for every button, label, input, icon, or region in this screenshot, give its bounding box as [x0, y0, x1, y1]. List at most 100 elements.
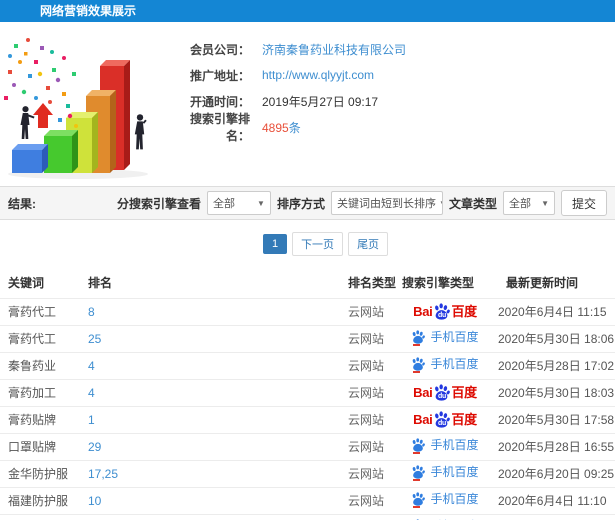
- rank-type-cell: 云网站: [340, 351, 400, 379]
- rank-type-cell: 云网站: [340, 324, 400, 352]
- rank-type-cell: 云网站: [340, 459, 400, 487]
- member-company-link[interactable]: 济南秦鲁药业科技有限公司: [262, 41, 406, 58]
- result-label: 结果:: [8, 196, 36, 211]
- engine-rank-value: 4895条: [262, 119, 301, 136]
- page: 网络营销效果展示 会员公司： 济南秦鲁药业科技有限公司 推广地址： http:/…: [0, 0, 615, 520]
- update-time-cell: 2020年5月30日 18:03: [490, 378, 615, 406]
- engine-type-cell: Bai du 百度: [400, 405, 490, 433]
- title-bar: 网络营销效果展示: [0, 0, 615, 22]
- baidu-paw-icon: [413, 465, 426, 479]
- keyword-cell: 秦鲁药业: [0, 351, 82, 379]
- info-section: 会员公司： 济南秦鲁药业科技有限公司 推广地址： http://www.qlyy…: [0, 22, 615, 186]
- col-header-rank: 排名: [88, 276, 113, 291]
- baidu-logo-icon: Bai du 百度: [413, 411, 477, 428]
- engine-filter-value: 全部: [212, 198, 235, 210]
- member-company-label: 会员公司：: [189, 42, 250, 57]
- rank-type-cell: 云网站: [340, 297, 400, 325]
- engine-type-cell: 手机百度: [400, 432, 490, 460]
- table-header-row: 关键词 排名 排名类型 搜索引擎类型 最新更新时间: [0, 268, 615, 298]
- rank-link[interactable]: 25: [82, 324, 340, 352]
- chevron-down-icon: ▼: [257, 198, 265, 208]
- rank-link[interactable]: 29: [82, 432, 340, 460]
- table-row: 秦鲁药业 4 云网站 手机百度 2020年5月28日 17:02: [0, 351, 615, 379]
- keyword-table: 关键词 排名 排名类型 搜索引擎类型 最新更新时间 膏药代工 8 云网站 Bai…: [0, 268, 615, 520]
- rank-type-cell: 云网站: [340, 405, 400, 433]
- col-header-update-time: 最新更新时间: [506, 276, 579, 291]
- submit-button[interactable]: 提交: [560, 190, 607, 216]
- table-row: 金华防护服 17,25 云网站 手机百度 2020年6月20日 09:25: [0, 459, 615, 487]
- table-row: 膏药加工 4 云网站 Bai du 百度 2020年5月30日 18:03: [0, 378, 615, 406]
- keyword-cell: 福建防护服: [0, 486, 82, 514]
- table-row: 膏药代工 25 云网站 手机百度 2020年5月30日 18:06: [0, 324, 615, 352]
- col-header-engine-type: 搜索引擎类型: [402, 276, 475, 291]
- baidu-logo-icon: Bai du 百度: [413, 384, 477, 401]
- member-info-panel: 会员公司： 济南秦鲁药业科技有限公司 推广地址： http://www.qlyy…: [172, 22, 406, 186]
- baidu-mobile-label: 手机百度: [430, 357, 479, 371]
- engine-type-cell: Bai du 百度: [400, 297, 490, 325]
- update-time-cell: 2020年6月20日 09:25: [490, 459, 615, 487]
- bar-green: [44, 130, 78, 173]
- open-time-label: 开通时间：: [189, 94, 250, 109]
- rank-link[interactable]: 17,25: [82, 459, 340, 487]
- update-time-cell: 2020年5月28日 16:55: [490, 432, 615, 460]
- article-type-select[interactable]: 全部 ▼: [502, 191, 555, 215]
- member-company-row: 会员公司： 济南秦鲁药业科技有限公司: [172, 36, 406, 62]
- page-title: 网络营销效果展示: [40, 4, 137, 18]
- baidu-mobile-icon: 手机百度: [411, 465, 479, 481]
- open-time-value: 2019年5月27日 09:17: [262, 94, 379, 109]
- growth-chart-image: [4, 38, 148, 179]
- col-header-rank-type: 排名类型: [348, 276, 397, 291]
- keyword-cell: 口罩贴牌: [0, 432, 82, 460]
- rank-count: 4895: [262, 120, 289, 135]
- engine-type-cell: 手机百度: [400, 324, 490, 352]
- businessman-left: [20, 106, 35, 139]
- baidu-mobile-icon: 手机百度: [411, 438, 479, 454]
- page-1-button[interactable]: 1: [262, 234, 288, 254]
- rank-type-cell: 云网站: [340, 486, 400, 514]
- engine-type-cell: 手机百度: [400, 486, 490, 514]
- table-row: 口罩贴牌 29 云网站 手机百度 2020年5月28日 16:55: [0, 432, 615, 460]
- baidu-paw-icon: [413, 492, 426, 506]
- engine-type-cell: 手机百度: [400, 351, 490, 379]
- sort-filter-label: 排序方式: [276, 196, 325, 211]
- growth-chart-clipart: [0, 30, 172, 182]
- promo-url-link[interactable]: http://www.qlyyjt.com: [262, 68, 374, 82]
- filter-bar: 结果: 分搜索引擎查看 全部 ▼ 排序方式 关键词由短到长排序 ▼ 文章类型 全…: [0, 186, 615, 220]
- engine-filter-label: 分搜索引擎查看: [116, 196, 201, 211]
- chevron-down-icon: ▼: [439, 199, 442, 208]
- sort-filter-select[interactable]: 关键词由短到长排序 ▼: [330, 191, 443, 215]
- keyword-cell: 膏药代工: [0, 324, 82, 352]
- engine-type-cell: 手机百度: [400, 459, 490, 487]
- last-page-button[interactable]: 尾页: [348, 232, 389, 256]
- table-row: 膏药代工 8 云网站 Bai du 百度 2020年6月4日 11:15: [0, 297, 615, 325]
- promo-url-row: 推广地址： http://www.qlyyjt.com: [172, 62, 406, 88]
- baidu-paw-icon: [413, 438, 426, 452]
- rank-link[interactable]: [82, 513, 340, 520]
- rank-link[interactable]: 10: [82, 486, 340, 514]
- keyword-cell: [0, 513, 82, 520]
- sort-filter-value: 关键词由短到长排序: [336, 198, 436, 210]
- update-time-cell: 2020年5月28日 17:02: [490, 351, 615, 379]
- baidu-mobile-label: 手机百度: [430, 465, 479, 479]
- baidu-mobile-label: 手机百度: [430, 492, 479, 506]
- rank-link[interactable]: 4: [82, 351, 340, 379]
- baidu-mobile-icon: 手机百度: [411, 330, 479, 346]
- rank-link[interactable]: 4: [82, 378, 340, 406]
- baidu-mobile-icon: 手机百度: [411, 357, 479, 373]
- filter-controls: 分搜索引擎查看 全部 ▼ 排序方式 关键词由短到长排序 ▼ 文章类型 全部 ▼ …: [117, 190, 607, 216]
- rank-unit: 条: [288, 120, 301, 135]
- engine-type-cell: Bai du 百度: [400, 378, 490, 406]
- businessman-right: [134, 114, 147, 150]
- update-time-cell: 2020年6月4日 11:10: [490, 486, 615, 514]
- table-row: 手机百度: [0, 513, 615, 520]
- engine-filter-select[interactable]: 全部 ▼: [206, 191, 271, 215]
- rank-link[interactable]: 1: [82, 405, 340, 433]
- keyword-table-body: 膏药代工 8 云网站 Bai du 百度 2020年6月4日 11:15 膏药代工 …: [0, 297, 615, 520]
- engine-rank-label: 搜索引擎排名：: [189, 112, 250, 143]
- rank-type-cell: [340, 513, 400, 520]
- baidu-logo-icon: Bai du 百度: [413, 303, 477, 320]
- table-row: 膏药贴牌 1 云网站 Bai du 百度 2020年5月30日 17:58: [0, 405, 615, 433]
- next-page-button[interactable]: 下一页: [292, 232, 344, 256]
- rank-link[interactable]: 8: [82, 297, 340, 325]
- engine-type-cell: 手机百度: [400, 513, 490, 520]
